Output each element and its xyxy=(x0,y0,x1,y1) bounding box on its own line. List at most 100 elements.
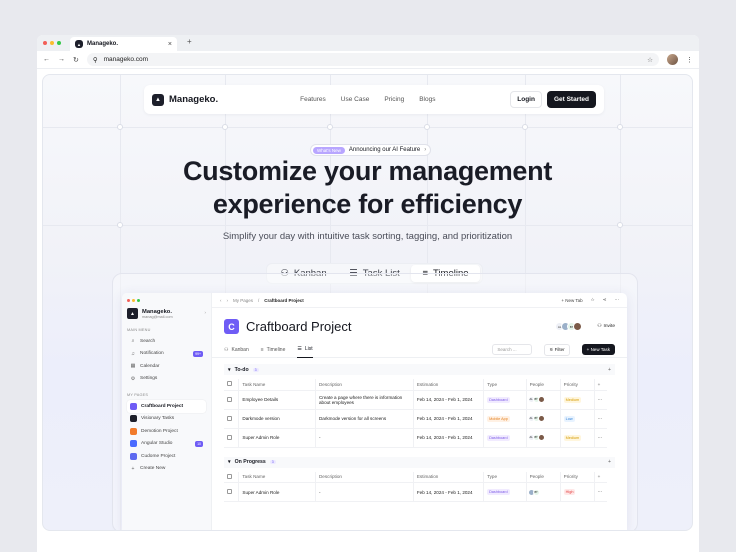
sidebar-page-angular[interactable]: Angular Studio 10 xyxy=(127,438,206,451)
sidebar-page-craftboard[interactable]: Craftboard Project xyxy=(127,400,206,413)
row-more-icon[interactable]: ⋯ xyxy=(594,428,607,448)
tab-kanban[interactable]: ⚇ Kanban xyxy=(224,342,249,358)
col-type[interactable]: Type xyxy=(483,471,527,483)
row-more-icon[interactable]: ⋯ xyxy=(594,482,607,502)
menu-kebab-icon[interactable]: ⋮ xyxy=(686,56,693,64)
nav-link-blogs[interactable]: Blogs xyxy=(419,96,435,103)
task-description: - xyxy=(315,482,414,502)
workspace-logo-icon: ▲ xyxy=(127,308,138,319)
row-checkbox[interactable] xyxy=(227,489,232,494)
table-row[interactable]: Super Admin Role - Feb 14, 2024 - Feb 1,… xyxy=(224,428,607,448)
nav-link-use-case[interactable]: Use Case xyxy=(341,96,370,103)
login-button[interactable]: Login xyxy=(510,91,542,108)
group-header-todo[interactable]: ▾ To-do 3 + xyxy=(224,364,615,375)
forward-icon[interactable]: → xyxy=(58,56,65,63)
col-task-name[interactable]: Task Name xyxy=(238,379,316,391)
col-estimation[interactable]: Estimation xyxy=(413,379,485,391)
select-all-checkbox[interactable] xyxy=(227,381,232,387)
chevron-right-icon: › xyxy=(424,147,427,153)
browser-tab[interactable]: ▲ Manageko. × xyxy=(70,37,177,51)
add-task-icon[interactable]: + xyxy=(608,459,611,465)
todo-table: Task Name Description Estimation Type Pe… xyxy=(224,379,607,448)
add-task-icon[interactable]: + xyxy=(608,367,611,373)
type-tag: Dashboard xyxy=(487,434,510,441)
brand-logo-icon[interactable]: ▲ xyxy=(152,93,164,106)
get-started-button[interactable]: Get Started xyxy=(546,91,596,108)
col-priority[interactable]: Priority xyxy=(560,471,595,483)
workspace-email: manag@mail.com xyxy=(142,314,173,319)
add-column-icon[interactable]: + xyxy=(594,379,607,391)
new-task-button[interactable]: + New Task xyxy=(581,344,615,355)
priority-badge: Medium xyxy=(563,396,582,403)
site-info-icon[interactable]: ⚲ xyxy=(93,56,98,64)
tab-timeline[interactable]: ≡ Timeline xyxy=(261,342,286,358)
col-task-name[interactable]: Task Name xyxy=(238,471,316,483)
nav-link-pricing[interactable]: Pricing xyxy=(384,96,404,103)
col-people[interactable]: People xyxy=(526,471,561,483)
people-avatars: AL BT xyxy=(527,396,557,403)
nav-link-features[interactable]: Features xyxy=(300,96,326,103)
timeline-icon: ≡ xyxy=(260,346,264,353)
chevron-icon: › xyxy=(204,311,206,316)
sidebar-page-cudome[interactable]: Cudome Project xyxy=(127,450,206,463)
col-priority[interactable]: Priority xyxy=(560,379,595,391)
create-new-button[interactable]: + Create New xyxy=(127,463,206,476)
table-row[interactable]: Super Admin Role - Feb 14, 2024 - Feb 1,… xyxy=(224,482,607,502)
more-icon[interactable]: ⋯ xyxy=(615,297,620,303)
row-checkbox[interactable] xyxy=(227,396,232,402)
workspace-switcher[interactable]: ▲ Manageko. manag@mail.com › xyxy=(127,308,206,319)
table-row[interactable]: Employee Details Create a page where the… xyxy=(224,390,607,410)
project-members[interactable]: AL BT xyxy=(555,322,583,331)
col-type[interactable]: Type xyxy=(483,379,527,391)
sidebar-item-calendar[interactable]: ▦ Calendar xyxy=(127,360,206,373)
tab-list[interactable]: ☰ List xyxy=(297,342,313,358)
brand-name[interactable]: Manageko. xyxy=(169,94,218,105)
sidebar-page-visionary[interactable]: Visionary Tasks xyxy=(127,413,206,426)
minimize-window-dot[interactable] xyxy=(50,41,54,45)
row-more-icon[interactable]: ⋯ xyxy=(594,409,607,429)
bookmark-star-icon[interactable]: ☆ xyxy=(647,56,653,64)
sidebar-page-demotion[interactable]: Demotion Project xyxy=(127,425,206,438)
close-tab-icon[interactable]: × xyxy=(168,41,172,48)
row-more-icon[interactable]: ⋯ xyxy=(594,390,607,410)
type-tag: Dashboard xyxy=(487,396,510,403)
task-search-input[interactable]: Search ... xyxy=(492,344,533,355)
table-row[interactable]: Darkmode version Darkmode version for al… xyxy=(224,409,607,429)
back-icon[interactable]: ← xyxy=(43,56,50,63)
group-count: 3 xyxy=(252,367,259,372)
nav-links: Features Use Case Pricing Blogs xyxy=(300,96,435,103)
row-checkbox[interactable] xyxy=(227,415,232,421)
filter-button[interactable]: ⚟ Filter xyxy=(544,343,570,356)
profile-avatar[interactable] xyxy=(667,54,678,65)
reload-icon[interactable]: ↻ xyxy=(73,56,79,64)
star-icon[interactable]: ☆ xyxy=(591,297,595,303)
sidebar-item-settings[interactable]: ⚙ Settings xyxy=(127,373,206,386)
group-header-on-progress[interactable]: ▾ On Progress 3 + xyxy=(224,456,615,468)
add-column-icon[interactable]: + xyxy=(594,471,607,483)
col-description[interactable]: Description xyxy=(315,379,414,391)
collapse-icon[interactable]: ▾ xyxy=(228,367,231,373)
maximize-window-dot[interactable] xyxy=(57,41,61,45)
col-description[interactable]: Description xyxy=(315,471,414,483)
breadcrumb-root[interactable]: My Pages xyxy=(233,298,253,303)
address-bar-row: ← → ↻ ⚲ manageko.com ☆ ⋮ xyxy=(37,51,699,69)
sidebar-item-search[interactable]: ⌕ Search xyxy=(127,335,206,348)
back-nav-icon[interactable]: ‹ xyxy=(220,298,222,303)
col-estimation[interactable]: Estimation xyxy=(413,471,485,483)
new-tab-app-button[interactable]: + New Tab xyxy=(561,298,582,303)
forward-nav-icon[interactable]: › xyxy=(227,298,229,303)
collapse-icon[interactable]: ▾ xyxy=(228,459,231,465)
share-icon[interactable]: ⋖ xyxy=(603,297,607,303)
sidebar-item-notification[interactable]: ♫ Notification 99+ xyxy=(127,348,206,361)
select-all-checkbox[interactable] xyxy=(227,473,232,479)
hero-headline: Customize your management experience for… xyxy=(43,155,692,221)
close-window-dot[interactable] xyxy=(43,41,47,45)
task-description: Darkmode version for all screens xyxy=(315,409,414,429)
new-tab-button[interactable]: + xyxy=(187,37,192,46)
col-people[interactable]: People xyxy=(526,379,561,391)
url-field[interactable]: ⚲ manageko.com ☆ xyxy=(86,53,659,66)
row-checkbox[interactable] xyxy=(227,434,232,440)
search-icon: ⌕ xyxy=(131,338,135,345)
project-logo-icon: C xyxy=(224,319,239,334)
invite-button[interactable]: ⚇ Invite xyxy=(597,324,615,329)
